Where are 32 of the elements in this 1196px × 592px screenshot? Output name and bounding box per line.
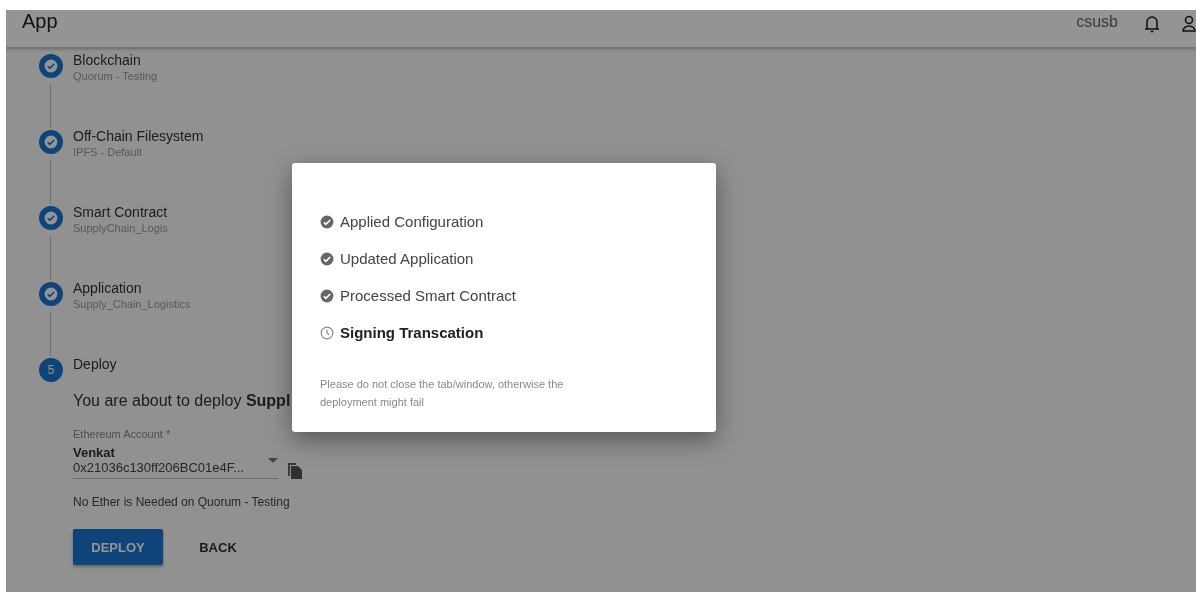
back-button[interactable]: BACK <box>173 529 263 565</box>
step-title: Off-Chain Filesystem <box>73 128 204 145</box>
account-select[interactable]: Ethereum Account * Venkat 0x21036c130ff206BC01e4F... <box>73 428 278 479</box>
step-title: Smart Contract <box>73 204 168 221</box>
dropdown-caret-icon[interactable] <box>268 458 278 464</box>
step-title: Blockchain <box>73 52 142 69</box>
person-icon[interactable] <box>1182 14 1196 33</box>
check-circle-icon <box>320 214 334 229</box>
deploy-button[interactable]: DEPLOY <box>73 529 163 565</box>
check-circle-icon <box>320 288 334 303</box>
step-title: Application <box>73 280 143 297</box>
step-subtitle: SupplyChain_Logis <box>73 221 168 236</box>
check-circle-icon <box>44 287 58 301</box>
step-subtitle: Supply_Chain_Logistics <box>73 297 191 312</box>
check-circle-icon <box>44 211 58 225</box>
app-title: App <box>22 10 59 33</box>
check-circle-icon <box>44 59 58 73</box>
bell-icon[interactable] <box>1144 14 1160 33</box>
progress-step-label: Signing Transcation <box>340 324 484 341</box>
ether-note: No Ether is Needed on Quorum - Testing <box>73 495 291 509</box>
check-circle-icon <box>44 135 58 149</box>
warning-text: Please do not close the tab/window, otherwise the deployment might fail <box>320 377 565 410</box>
clock-icon <box>320 325 334 340</box>
copy-icon[interactable] <box>288 463 302 479</box>
progress-step-label: Updated Application <box>340 250 474 267</box>
step-number: 5 <box>39 358 63 382</box>
progress-step-label: Processed Smart Contract <box>340 287 516 304</box>
username: csusb <box>1076 12 1118 31</box>
step-title: Deploy <box>73 356 117 373</box>
check-circle-icon <box>320 251 334 266</box>
progress-step-label: Applied Configuration <box>340 213 484 230</box>
deploy-intro: You are about to deploy Suppl <box>73 392 291 410</box>
